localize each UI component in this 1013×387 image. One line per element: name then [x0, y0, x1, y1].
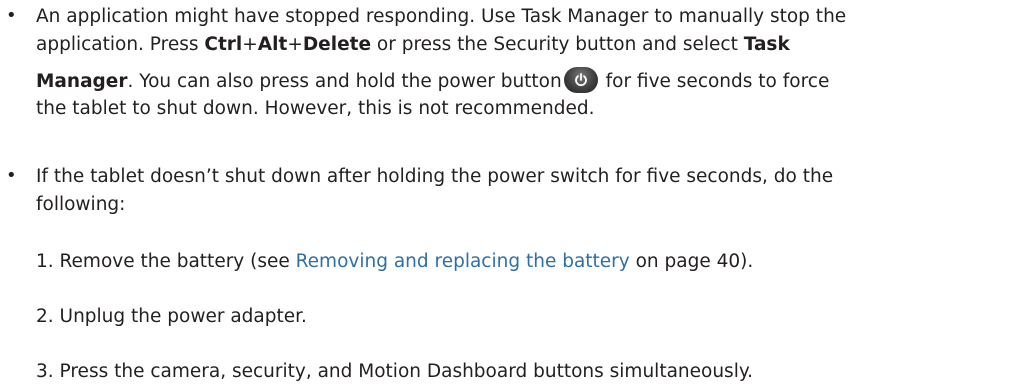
key-delete: Delete: [302, 34, 372, 55]
step-3: 3. Press the camera, security, and Motio…: [36, 360, 753, 384]
paragraph-line: the tablet to shut down. However, this i…: [36, 97, 1006, 121]
text-run: 1. Remove the battery (see: [36, 251, 296, 272]
link-removing-replacing-battery[interactable]: Removing and replacing the battery: [296, 251, 630, 272]
plus-sign: +: [242, 34, 258, 55]
text-run: the tablet to shut down. However, this i…: [36, 98, 595, 119]
text-run: or press the Security button and select: [371, 34, 744, 55]
step-1: 1. Remove the battery (see Removing and …: [36, 250, 753, 274]
text-run: on page 40).: [629, 251, 754, 272]
text-run: 2. Unplug the power adapter.: [36, 306, 307, 327]
bullet-item-app-not-responding: • An application might have stopped resp…: [0, 5, 1006, 121]
manager-label: Manager: [36, 71, 128, 92]
task-label: Task: [743, 34, 790, 55]
text-run: following:: [36, 194, 126, 215]
paragraph-line: Manager. You can also press and hold the…: [36, 67, 1006, 93]
text-run: An application might have stopped respon…: [36, 6, 847, 27]
paragraph-line: application. Press Ctrl+Alt+Delete or pr…: [36, 33, 1006, 57]
bullet-marker: •: [6, 165, 17, 186]
bullet-item-no-shutdown: • If the tablet doesn’t shut down after …: [0, 165, 1006, 217]
key-ctrl: Ctrl: [204, 34, 243, 55]
paragraph-line: If the tablet doesn’t shut down after ho…: [36, 165, 1006, 189]
plus-sign: +: [287, 34, 303, 55]
key-alt: Alt: [257, 34, 288, 55]
step-2: 2. Unplug the power adapter.: [36, 305, 307, 329]
paragraph-line: An application might have stopped respon…: [36, 5, 1006, 29]
text-run: . You can also press and hold the power …: [127, 71, 562, 92]
text-run: If the tablet doesn’t shut down after ho…: [36, 166, 834, 187]
text-run: application. Press: [36, 34, 205, 55]
bullet-marker: •: [6, 5, 17, 26]
text-run: for five seconds to force: [599, 71, 830, 92]
paragraph-line: following:: [36, 193, 1006, 217]
power-button-icon: [563, 67, 598, 93]
text-run: 3. Press the camera, security, and Motio…: [36, 361, 754, 382]
